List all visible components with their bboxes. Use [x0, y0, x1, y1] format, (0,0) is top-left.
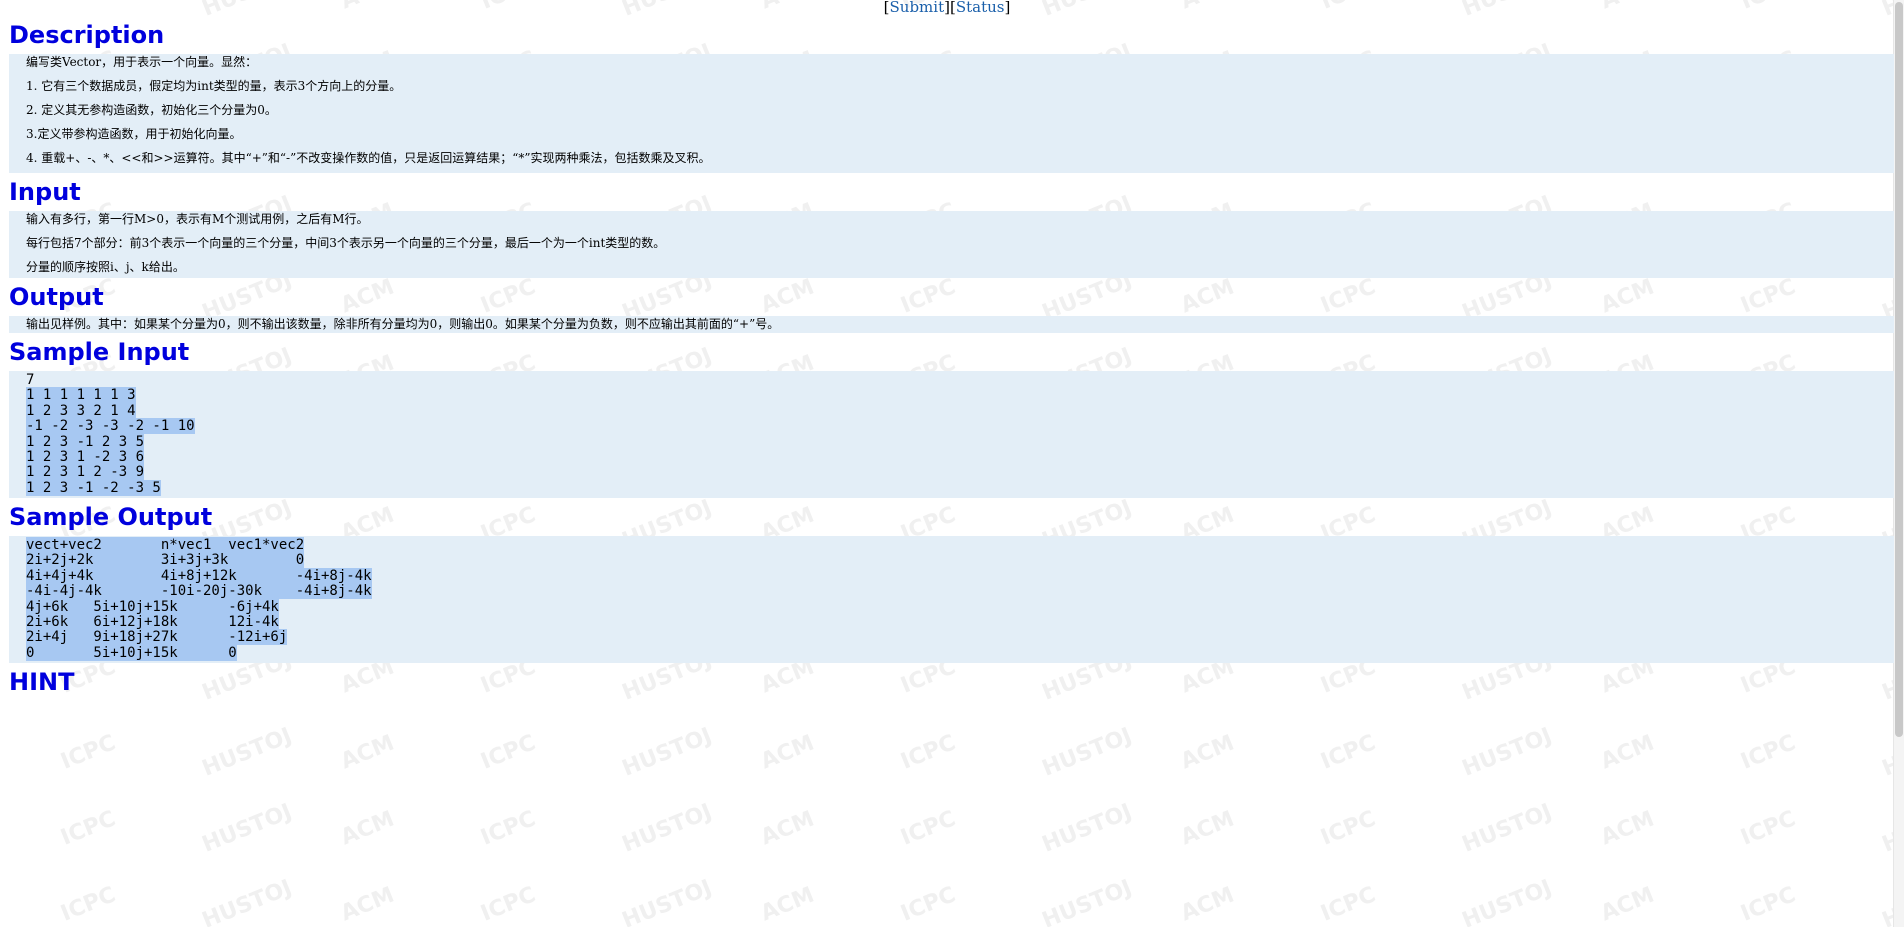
sample-input-line: 1 1 1 1 1 1 3: [26, 387, 136, 404]
watermark-text: HUSTOJ: [1038, 723, 1136, 782]
watermark-text: ACM: [337, 882, 398, 927]
output-line: 输出见样例。其中：如果某个分量为0，则不输出该数量，除非所有分量均为0，则输出0…: [26, 317, 780, 331]
watermark-text: HUSTOJ: [618, 723, 716, 782]
watermark-text: ICPC: [57, 806, 120, 851]
watermark-text: ICPC: [897, 806, 960, 851]
watermark-text: ACM: [1597, 806, 1658, 851]
watermark-text: ACM: [1177, 730, 1238, 775]
watermark-text: HUSTOJ: [1458, 875, 1556, 927]
sample-input-line: -1 -2 -3 -3 -2 -1 10: [26, 418, 195, 435]
watermark-text: ACM: [1177, 806, 1238, 851]
watermark-text: ACM: [1597, 882, 1658, 927]
bracket-close: ]: [1004, 0, 1011, 16]
sample-input-line: 1 2 3 -1 -2 -3 5: [26, 479, 161, 496]
description-box: 编写类Vector，用于表示一个向量。显然： 1. 它有三个数据成员，假定均为i…: [9, 54, 1894, 173]
scrollbar-thumb[interactable]: [1895, 2, 1903, 737]
sample-input-line: 1 2 3 1 -2 3 6: [26, 449, 145, 466]
watermark-text: ICPC: [897, 730, 960, 775]
watermark-text: HUSTOJ: [1878, 875, 1894, 927]
watermark-text: ACM: [337, 806, 398, 851]
watermark-text: ICPC: [1317, 882, 1380, 927]
watermark-text: ICPC: [1737, 882, 1800, 927]
sample-input-heading: Sample Input: [9, 338, 190, 366]
watermark-text: HUSTOJ: [1878, 723, 1894, 782]
input-line: 输入有多行，第一行M>0，表示有M个测试用例，之后有M行。: [26, 212, 369, 226]
hint-heading: HINT: [9, 668, 75, 696]
watermark-text: ACM: [1177, 882, 1238, 927]
description-line: 3.定义带参构造函数，用于初始化向量。: [26, 127, 242, 141]
description-line: 编写类Vector，用于表示一个向量。显然：: [26, 55, 258, 69]
watermark-text: HUSTOJ: [1038, 875, 1136, 927]
sample-input-line: 1 2 3 1 2 -3 9: [26, 464, 145, 481]
watermark-text: ICPC: [1737, 806, 1800, 851]
watermark-text: HUSTOJ: [1038, 799, 1136, 858]
problem-page: HUSTOJ ACM ICPC HUSTOJ ACM ICPC HUSTOJ ACM ICPC H…: [0, 0, 1894, 927]
watermark-text: HUSTOJ: [198, 799, 296, 858]
output-box: 输出见样例。其中：如果某个分量为0，则不输出该数量，除非所有分量均为0，则输出0…: [9, 316, 1894, 333]
sample-output-line: -4i-4j-4k -10i-20j-30k -4i+8j-4k: [26, 583, 372, 600]
problem-content: [Submit][Status] Description 编写类Vector，用…: [0, 0, 1894, 701]
sample-input-line: 7: [26, 372, 35, 388]
watermark-text: ICPC: [1317, 806, 1380, 851]
watermark-text: ICPC: [1317, 730, 1380, 775]
sample-output-block[interactable]: vect+vec2 n*vec1 vec1*vec2 2i+2j+2k 3i+3j…: [9, 536, 1894, 663]
watermark-text: ICPC: [1737, 730, 1800, 775]
sample-output-line: 4j+6k 5i+10j+15k -6j+4k: [26, 598, 279, 615]
vertical-scrollbar[interactable]: [1893, 0, 1904, 927]
watermark-text: ICPC: [897, 882, 960, 927]
watermark-text: ICPC: [57, 730, 120, 775]
watermark-text: HUSTOJ: [1878, 799, 1894, 858]
input-heading: Input: [9, 178, 81, 206]
description-line: 1. 它有三个数据成员，假定均为int类型的量，表示3个方向上的分量。: [26, 79, 402, 93]
sample-output-line: 2i+2j+2k 3i+3j+3k 0: [26, 552, 305, 569]
watermark-text: ACM: [757, 730, 818, 775]
watermark-text: HUSTOJ: [618, 875, 716, 927]
top-nav-links: [Submit][Status]: [0, 0, 1894, 16]
sample-output-line: 2i+6k 6i+12j+18k 12i-4k: [26, 614, 279, 631]
sample-output-line: 2i+4j 9i+18j+27k -12i+6j: [26, 629, 288, 646]
submit-link[interactable]: Submit: [890, 0, 945, 16]
watermark-text: HUSTOJ: [198, 875, 296, 927]
bracket-middle: ][: [944, 0, 956, 16]
watermark-text: ACM: [757, 882, 818, 927]
watermark-text: ACM: [757, 806, 818, 851]
watermark-text: HUSTOJ: [198, 723, 296, 782]
description-heading: Description: [9, 21, 165, 49]
watermark-text: ICPC: [477, 882, 540, 927]
status-link[interactable]: Status: [956, 0, 1005, 16]
watermark-text: ACM: [1597, 730, 1658, 775]
input-line: 每行包括7个部分：前3个表示一个向量的三个分量，中间3个表示另一个向量的三个分量…: [26, 236, 666, 250]
sample-output-line: 0 5i+10j+15k 0: [26, 644, 237, 661]
sample-input-line: 1 2 3 -1 2 3 5: [26, 433, 145, 450]
watermark-text: HUSTOJ: [618, 799, 716, 858]
watermark-text: ICPC: [477, 730, 540, 775]
sample-output-line: 4i+4j+4k 4i+8j+12k -4i+8j-4k: [26, 567, 372, 584]
watermark-text: HUSTOJ: [1458, 723, 1556, 782]
sample-input-block[interactable]: 71 1 1 1 1 1 31 2 3 3 2 1 4 -1 -2 -3 -3 -…: [9, 371, 1894, 498]
description-line: 2. 定义其无参构造函数，初始化三个分量为0。: [26, 103, 277, 117]
input-box: 输入有多行，第一行M>0，表示有M个测试用例，之后有M行。 每行包括7个部分：前…: [9, 211, 1894, 278]
sample-input-line: 1 2 3 3 2 1 4: [26, 402, 136, 419]
watermark-text: HUSTOJ: [1458, 799, 1556, 858]
watermark-text: ICPC: [477, 806, 540, 851]
sample-output-line: vect+vec2 n*vec1 vec1*vec2: [26, 537, 305, 553]
watermark-text: ICPC: [57, 882, 120, 927]
watermark-text: ACM: [337, 730, 398, 775]
output-heading: Output: [9, 283, 104, 311]
sample-output-heading: Sample Output: [9, 503, 213, 531]
